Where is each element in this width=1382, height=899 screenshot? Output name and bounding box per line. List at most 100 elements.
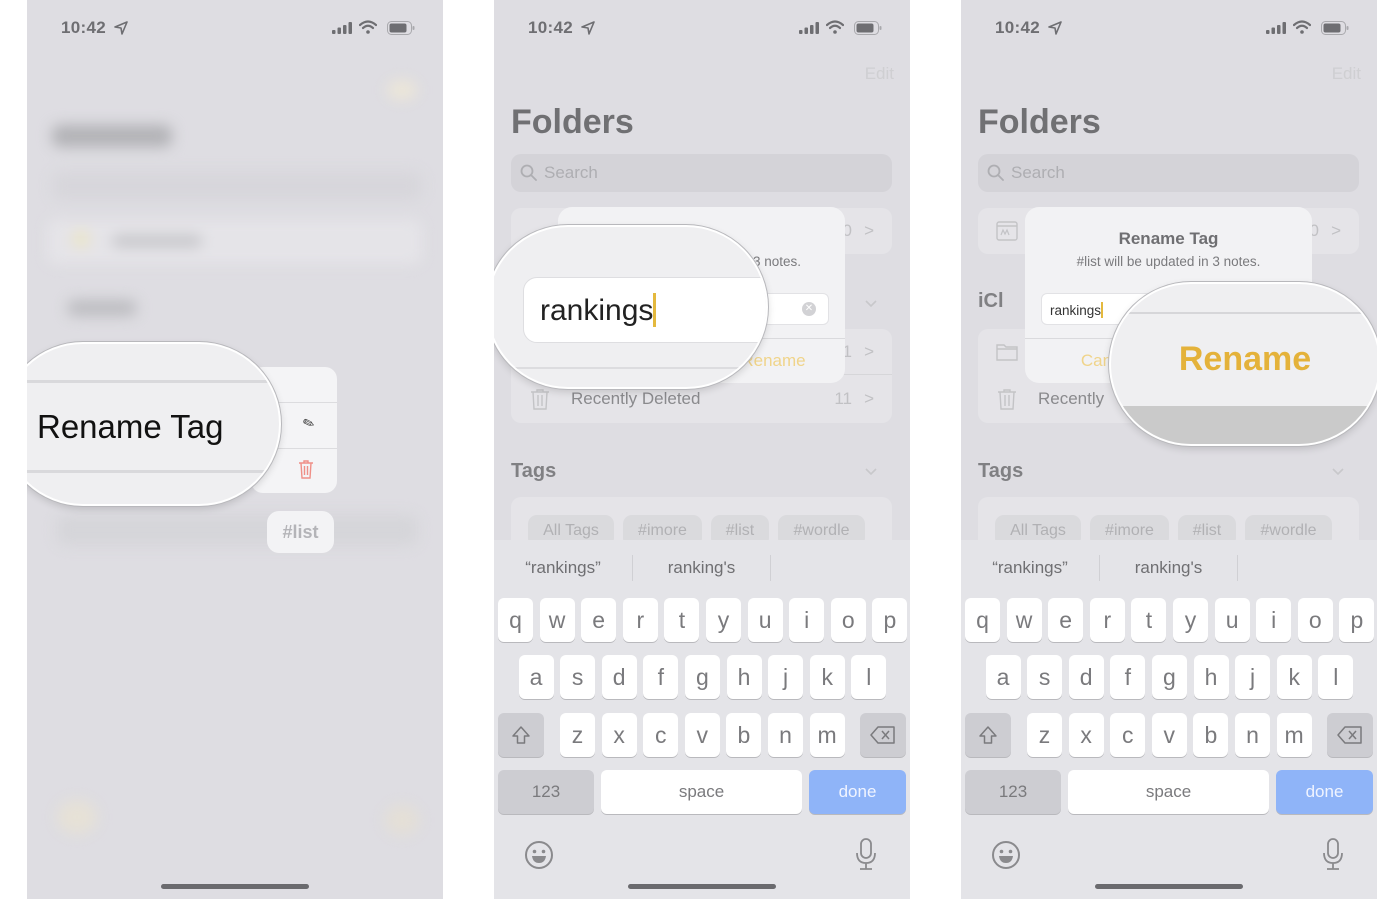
shift-icon: [512, 726, 530, 744]
key-d[interactable]: d: [601, 655, 637, 699]
key-i[interactable]: i: [789, 598, 825, 642]
alert-message: 3 notes.: [753, 254, 802, 269]
key-n[interactable]: n: [1235, 713, 1270, 757]
shift-key[interactable]: [498, 713, 544, 757]
key-m[interactable]: m: [809, 713, 845, 757]
microphone-icon[interactable]: [855, 838, 877, 870]
key-q[interactable]: q: [498, 598, 533, 642]
key-b[interactable]: b: [1193, 713, 1229, 757]
emoji-icon[interactable]: [991, 840, 1021, 870]
key-k[interactable]: k: [809, 655, 845, 699]
key-p[interactable]: p: [872, 598, 908, 642]
chevron-down-icon[interactable]: [865, 300, 877, 308]
key-p[interactable]: p: [1339, 598, 1375, 642]
key-h[interactable]: h: [726, 655, 762, 699]
key-f[interactable]: f: [1110, 655, 1146, 699]
prediction-divider: [770, 555, 771, 581]
search-field[interactable]: Search: [978, 154, 1359, 192]
key-o[interactable]: o: [1297, 598, 1333, 642]
delete-key[interactable]: [1327, 713, 1373, 757]
trash-icon[interactable]: [298, 459, 314, 479]
key-w[interactable]: w: [539, 598, 575, 642]
key-b[interactable]: b: [726, 713, 762, 757]
key-g[interactable]: g: [1151, 655, 1187, 699]
battery-icon: [854, 21, 882, 35]
emoji-icon[interactable]: [524, 840, 554, 870]
key-r[interactable]: r: [622, 598, 658, 642]
key-t[interactable]: t: [664, 598, 700, 642]
key-j[interactable]: j: [768, 655, 804, 699]
key-e[interactable]: e: [1048, 598, 1084, 642]
key-j[interactable]: j: [1235, 655, 1271, 699]
key-d[interactable]: d: [1068, 655, 1104, 699]
prediction-suggestion[interactable]: “rankings”: [961, 540, 1099, 596]
key-a[interactable]: a: [985, 655, 1021, 699]
prediction-suggestion[interactable]: ranking's: [633, 540, 770, 596]
key-w[interactable]: w: [1006, 598, 1042, 642]
home-indicator[interactable]: [628, 884, 776, 889]
edit-button[interactable]: Edit: [865, 64, 894, 84]
pencil-icon[interactable]: ✎: [300, 414, 317, 434]
edit-button[interactable]: Edit: [1332, 64, 1361, 84]
tag-chip-list[interactable]: #list: [267, 511, 334, 553]
backspace-icon: [870, 726, 895, 744]
key-u[interactable]: u: [747, 598, 783, 642]
icloud-section-header: iCl: [978, 290, 1004, 312]
search-placeholder: Search: [1011, 163, 1065, 182]
key-m[interactable]: m: [1276, 713, 1312, 757]
key-g[interactable]: g: [684, 655, 720, 699]
key-s[interactable]: s: [1027, 655, 1063, 699]
done-key[interactable]: done: [1276, 770, 1373, 814]
space-key[interactable]: space: [601, 770, 802, 814]
key-y[interactable]: y: [706, 598, 741, 642]
chevron-down-icon[interactable]: [1332, 468, 1344, 476]
background-strip: [1111, 406, 1377, 444]
cellular-signal-icon: [1266, 22, 1286, 34]
key-z[interactable]: z: [1027, 713, 1062, 757]
rename-tag-menu-item[interactable]: Rename Tag: [37, 408, 224, 446]
key-x[interactable]: x: [1068, 713, 1104, 757]
key-h[interactable]: h: [1193, 655, 1229, 699]
key-k[interactable]: k: [1276, 655, 1312, 699]
key-c[interactable]: c: [1110, 713, 1146, 757]
done-key[interactable]: done: [809, 770, 906, 814]
key-f[interactable]: f: [643, 655, 679, 699]
key-l[interactable]: l: [1318, 655, 1354, 699]
search-field[interactable]: Search: [511, 154, 892, 192]
input-value: rankings: [1050, 303, 1102, 318]
key-u[interactable]: u: [1214, 598, 1250, 642]
key-s[interactable]: s: [560, 655, 596, 699]
key-r[interactable]: r: [1089, 598, 1125, 642]
prediction-suggestion[interactable]: “rankings”: [494, 540, 632, 596]
numbers-key[interactable]: 123: [965, 770, 1061, 814]
tag-name-input-magnified[interactable]: rankings: [523, 277, 766, 343]
key-x[interactable]: x: [601, 713, 637, 757]
key-v[interactable]: v: [1151, 713, 1187, 757]
key-c[interactable]: c: [643, 713, 679, 757]
phone-screen-step2: 10:42 Edit Folders Search 0 > 1 > Recent…: [494, 0, 910, 899]
magnifier-text-field: rankings: [494, 225, 768, 389]
rename-button-magnified[interactable]: Rename: [1111, 340, 1377, 379]
home-indicator[interactable]: [161, 884, 309, 889]
prediction-suggestion[interactable]: ranking's: [1100, 540, 1237, 596]
key-q[interactable]: q: [965, 598, 1000, 642]
key-v[interactable]: v: [684, 713, 720, 757]
key-l[interactable]: l: [851, 655, 887, 699]
delete-key[interactable]: [860, 713, 906, 757]
key-o[interactable]: o: [830, 598, 866, 642]
key-i[interactable]: i: [1256, 598, 1292, 642]
key-z[interactable]: z: [560, 713, 595, 757]
microphone-icon[interactable]: [1322, 838, 1344, 870]
space-key[interactable]: space: [1068, 770, 1269, 814]
shift-key[interactable]: [965, 713, 1011, 757]
key-y[interactable]: y: [1173, 598, 1208, 642]
key-n[interactable]: n: [768, 713, 803, 757]
home-indicator[interactable]: [1095, 884, 1243, 889]
phone-screen-step1: 10:42 ✎ #list Rename Tag: [27, 0, 443, 899]
key-t[interactable]: t: [1131, 598, 1167, 642]
key-a[interactable]: a: [518, 655, 554, 699]
clear-text-icon[interactable]: ✕: [802, 302, 816, 316]
key-e[interactable]: e: [581, 598, 617, 642]
numbers-key[interactable]: 123: [498, 770, 594, 814]
chevron-down-icon[interactable]: [865, 468, 877, 476]
